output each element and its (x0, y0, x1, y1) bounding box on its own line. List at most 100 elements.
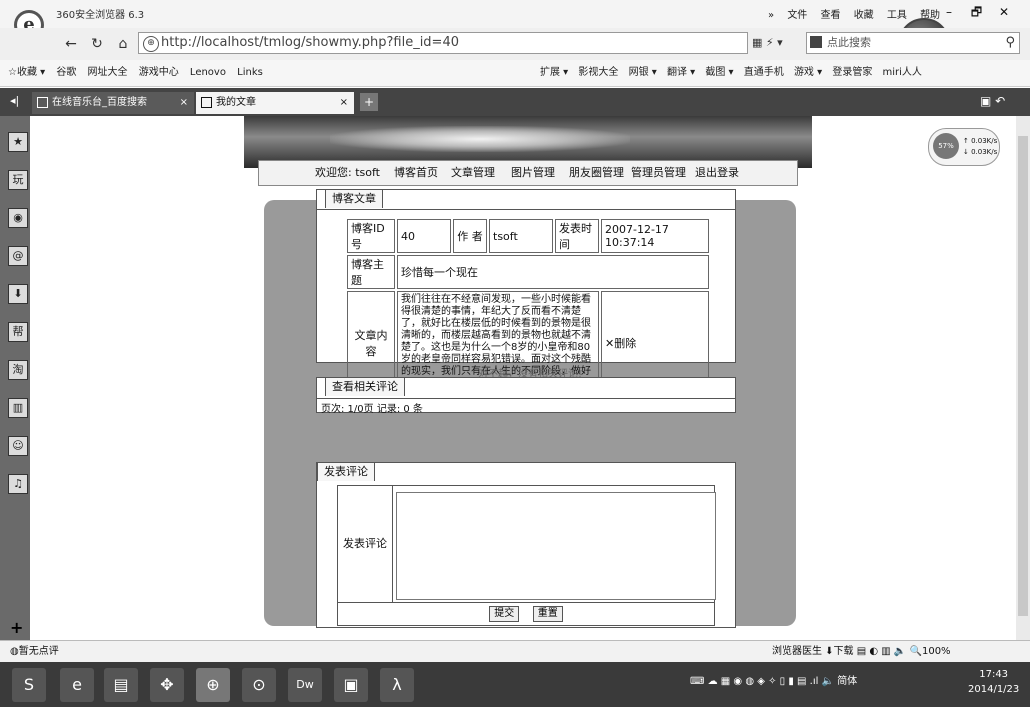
media-player-icon[interactable]: ⊙ (242, 668, 276, 702)
sidebar-help-icon[interactable]: 帮 (8, 322, 28, 342)
file-manager-icon[interactable]: ▤ (104, 668, 138, 702)
author-label: 作 者 (453, 219, 487, 253)
tab-tools-icon[interactable]: ▣ ↶ (980, 94, 1005, 108)
status-left-text: 暂无点评 (18, 646, 59, 657)
new-tab-button[interactable]: + (360, 93, 378, 111)
address-bar[interactable]: ⊕ http://localhost/tmlog/showmy.php?file… (138, 32, 748, 54)
tab-music-search[interactable]: 在线音乐台_百度搜索 × (32, 92, 194, 114)
page-icon (37, 97, 48, 108)
sidebar-music-icon[interactable]: ♫ (8, 474, 28, 494)
post-label: 发表评论 (338, 486, 393, 602)
toolbar-extensions[interactable]: 扩展 ▾ (540, 67, 568, 78)
scrollbar-thumb[interactable] (1018, 136, 1028, 616)
post-header: 发表评论 (317, 463, 735, 483)
author-value: tsoft (489, 219, 553, 253)
bookmark-game-center[interactable]: 游戏中心 (139, 67, 179, 78)
post-header-label: 发表评论 (317, 463, 375, 481)
pdf-reader-icon[interactable]: λ (380, 668, 414, 702)
delete-x-icon: ✕ (605, 337, 615, 350)
sidebar-weibo-icon[interactable]: ◉ (8, 208, 28, 228)
word-icon[interactable]: ▣ (334, 668, 368, 702)
status-bar: ◍暂无点评 浏览器医生 ⬇下载 ▤ ◐ ▥ 🔈 🔍100% (0, 640, 1030, 663)
toolbar-bank[interactable]: 网银 ▾ (629, 67, 657, 78)
upload-speed: ↑ 0.03K/s (963, 137, 998, 145)
360-browser-taskbar-icon[interactable]: ⊕ (196, 668, 230, 702)
banner-highlight (330, 126, 630, 152)
reset-button[interactable]: 重置 (532, 606, 563, 622)
menu-blog-home[interactable]: 博客首页 (394, 161, 438, 185)
search-input[interactable]: 点此搜索 ⚲ (806, 32, 1020, 54)
subject-label: 博客主题 (347, 255, 395, 289)
network-speed-widget[interactable]: 57% ↑ 0.03K/s ↓ 0.03K/s (928, 128, 1000, 166)
toolbar-login-manager[interactable]: 登录管家 (832, 67, 872, 78)
status-left: ◍暂无点评 (10, 641, 59, 663)
search-engine-icon[interactable] (810, 36, 822, 48)
menu-tools[interactable]: 工具 (887, 10, 907, 21)
maximize-button[interactable]: 🗗 (966, 3, 988, 21)
sidebar-taobao-icon[interactable]: 淘 (8, 360, 28, 380)
bookmark-url-directory[interactable]: 网址大全 (88, 67, 128, 78)
article-box: 博客文章 博客ID号 40 作 者 tsoft 发表时间 2007-12-17 … (316, 189, 736, 395)
bookmark-google[interactable]: 谷歌 (56, 67, 76, 78)
close-window-button[interactable]: ✕ (993, 3, 1015, 21)
time-label: 发表时间 (555, 219, 599, 253)
search-placeholder: 点此搜索 (827, 36, 871, 49)
sidebar-favorites-icon[interactable]: ★ (8, 132, 28, 152)
id-value: 40 (397, 219, 451, 253)
dreamweaver-icon[interactable]: Dw (288, 668, 322, 702)
menu-image-manage[interactable]: 图片管理 (511, 161, 555, 185)
toolbar-video[interactable]: 影视大全 (578, 67, 618, 78)
close-tab-icon[interactable]: × (180, 92, 188, 114)
sidebar-smiley-icon[interactable]: ☺ (8, 436, 28, 456)
menu-logout[interactable]: 退出登录 (695, 161, 739, 185)
submit-button[interactable]: 提交 (489, 606, 520, 622)
sidebar-download-icon[interactable]: ⬇ (8, 284, 28, 304)
home-icon[interactable]: ⌂ (112, 33, 134, 55)
minimize-button[interactable]: – (938, 3, 960, 21)
bookmark-lenovo[interactable]: Lenovo (190, 67, 226, 78)
app-title: 360安全浏览器 6.3 (56, 10, 145, 21)
refresh-icon[interactable]: ↻ (86, 33, 108, 55)
toolbar-translate[interactable]: 翻译 ▾ (667, 67, 695, 78)
ie-browser-icon[interactable]: e (60, 668, 94, 702)
bookmark-links[interactable]: Links (237, 67, 263, 78)
tab-my-article[interactable]: 我的文章 × (196, 92, 354, 114)
article-header: 博客文章 (317, 190, 735, 210)
menu-friends-manage[interactable]: 朋友圈管理 (569, 161, 624, 185)
page-icon (201, 97, 212, 108)
system-tray[interactable]: ⌨ ☁ ▦ ◉ ◍ ◈ ✧ ▯ ▮ ▤ .ıl 🔈 简体 (690, 672, 857, 687)
menu-admin-manage[interactable]: 管理员管理 (631, 161, 686, 185)
article-header-label: 博客文章 (325, 190, 383, 208)
sidebar-play-icon[interactable]: 玩 (8, 170, 28, 190)
clock[interactable]: 17:43 2014/1/23 (968, 667, 1019, 697)
blog-menu: 欢迎您: tsoft 博客首页 文章管理 图片管理 朋友圈管理 管理员管理 退出… (258, 160, 798, 186)
search-icon[interactable]: ⚲ (1005, 33, 1015, 53)
address-tools[interactable]: ▦ ⚡ ▾ (752, 36, 783, 49)
bookmark-favorites[interactable]: ☆收藏 ▾ (8, 67, 45, 78)
network-app-icon[interactable]: ✥ (150, 668, 184, 702)
menu-file[interactable]: 文件 (787, 10, 807, 21)
comment-textarea[interactable] (396, 492, 716, 600)
tab-label: 我的文章 (216, 97, 256, 108)
comments-pager: 页次: 1/0页 记录: 0 条 (321, 404, 423, 415)
menu-more[interactable]: » (768, 10, 774, 21)
toolbar-phone[interactable]: 直通手机 (744, 67, 784, 78)
toolbar-games[interactable]: 游戏 ▾ (794, 67, 822, 78)
sidebar-mail-icon[interactable]: @ (8, 246, 28, 266)
menu-article-manage[interactable]: 文章管理 (451, 161, 495, 185)
back-arrow-icon[interactable]: ← (60, 33, 82, 55)
status-tools[interactable]: 浏览器医生 ⬇下载 ▤ ◐ ▥ 🔈 🔍100% (772, 641, 951, 663)
menu-favorites[interactable]: 收藏 (854, 10, 874, 21)
sidebar-toggle-icon[interactable]: ◂| (10, 94, 19, 107)
sidebar-book-icon[interactable]: ▥ (8, 398, 28, 418)
sidebar-add-button[interactable]: + (10, 618, 23, 637)
comments-header-label[interactable]: 查看相关评论 (325, 378, 405, 396)
clock-time: 17:43 (979, 669, 1009, 680)
toolbar-renren[interactable]: miri人人 (883, 67, 922, 78)
post-comment-box: 发表评论 发表评论 提交 重置 (316, 462, 736, 628)
start-logo-icon[interactable]: S (12, 668, 46, 702)
close-tab-icon[interactable]: × (340, 92, 348, 114)
menu-view[interactable]: 查看 (821, 10, 841, 21)
shield-icon: ⊕ (143, 36, 159, 52)
toolbar-screenshot[interactable]: 截图 ▾ (705, 67, 733, 78)
